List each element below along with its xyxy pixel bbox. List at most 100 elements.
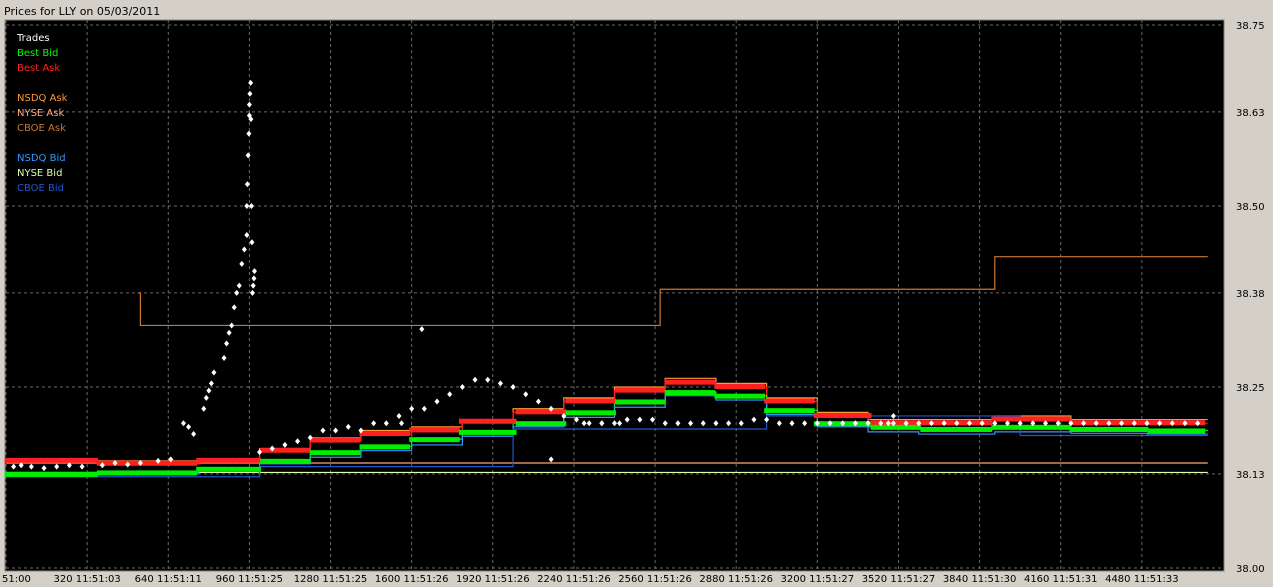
best-ask-marker (345, 437, 354, 443)
best-ask-marker (437, 427, 446, 433)
best-bid-marker (409, 437, 418, 443)
best-ask-marker (4, 457, 13, 463)
best-bid-marker (153, 470, 162, 476)
x-tick-label: 640 11:51:11 (135, 574, 202, 585)
best-bid-marker (210, 466, 219, 472)
best-bid-marker (1126, 426, 1135, 432)
best-ask-marker (920, 420, 929, 426)
best-ask-marker (89, 457, 98, 463)
best-bid-marker (906, 424, 915, 430)
best-ask-marker (380, 431, 389, 437)
best-bid-marker (288, 458, 297, 464)
best-bid-marker (522, 421, 531, 427)
best-ask-marker (579, 398, 588, 404)
best-bid-marker (118, 470, 127, 476)
best-ask-marker (572, 398, 581, 404)
best-bid-marker (913, 424, 922, 430)
best-ask-marker (451, 427, 460, 433)
best-bid-marker (146, 470, 155, 476)
best-bid-marker (11, 471, 20, 477)
best-ask-marker (1112, 420, 1121, 426)
best-ask-marker (274, 447, 283, 453)
best-ask-marker (409, 427, 418, 433)
best-bid-marker (643, 399, 652, 405)
best-bid-marker (458, 429, 467, 435)
best-bid-marker (1197, 428, 1206, 434)
chart-title: Prices for LLY on 05/03/2011 (4, 5, 160, 18)
best-ask-marker (338, 437, 347, 443)
best-bid-marker (707, 390, 716, 396)
price-chart: Prices for LLY on 05/03/2011 Trades Best … (2, 5, 1265, 585)
best-bid-marker (451, 437, 460, 443)
best-bid-marker (430, 437, 439, 443)
best-ask-marker (316, 437, 325, 443)
x-tick-label: 320 11:51:03 (54, 574, 121, 585)
best-bid-marker (1104, 426, 1113, 432)
best-bid-marker (650, 399, 659, 405)
best-bid-marker (700, 390, 709, 396)
best-ask-marker (686, 379, 695, 385)
best-ask-marker (934, 420, 943, 426)
best-ask-marker (402, 431, 411, 437)
best-bid-marker (437, 437, 446, 443)
best-bid-marker (856, 421, 865, 427)
best-bid-marker (345, 450, 354, 456)
best-ask-marker (11, 457, 20, 463)
best-bid-marker (359, 444, 368, 450)
best-ask-marker (323, 437, 332, 443)
best-bid-marker (998, 424, 1007, 430)
best-ask-marker (707, 379, 716, 385)
x-tick-label: 4160 11:51:31 (1024, 574, 1098, 585)
best-ask-marker (757, 384, 766, 389)
best-ask-marker (728, 384, 737, 389)
best-bid-marker (231, 466, 240, 472)
best-ask-marker (480, 418, 489, 424)
best-bid-marker (1062, 424, 1071, 430)
best-bid-marker (40, 471, 49, 477)
best-bid-marker (778, 408, 787, 414)
best-bid-marker (416, 437, 425, 443)
best-ask-marker (373, 431, 382, 437)
best-ask-marker (778, 398, 787, 404)
best-bid-marker (799, 408, 808, 414)
best-bid-marker (1083, 426, 1092, 432)
y-tick-label: 38.50 (1236, 202, 1265, 213)
legend-item: NYSE Bid (17, 168, 62, 179)
best-ask-marker (75, 457, 84, 463)
best-bid-marker (1048, 424, 1057, 430)
best-ask-marker (792, 398, 801, 404)
best-bid-marker (941, 426, 950, 432)
best-ask-marker (1012, 416, 1021, 422)
best-ask-marker (607, 398, 616, 404)
best-ask-marker (508, 418, 517, 424)
best-bid-marker (487, 429, 496, 435)
best-ask-marker (565, 398, 574, 404)
best-bid-marker (295, 458, 304, 464)
best-ask-marker (1062, 416, 1071, 422)
best-bid-marker (671, 390, 680, 396)
y-tick-label: 38.25 (1236, 383, 1265, 394)
best-ask-marker (721, 384, 730, 389)
best-bid-marker (764, 408, 773, 414)
best-bid-marker (139, 470, 148, 476)
best-bid-marker (352, 450, 361, 456)
best-ask-marker (671, 379, 680, 385)
best-ask-marker (764, 398, 773, 404)
best-ask-marker (593, 398, 602, 404)
best-ask-marker (18, 457, 27, 463)
best-ask-marker (118, 460, 127, 466)
best-bid-marker (948, 426, 957, 432)
best-bid-marker (977, 426, 986, 432)
best-bid-marker (629, 399, 638, 405)
best-bid-marker (203, 466, 212, 472)
best-bid-marker (544, 421, 553, 427)
best-bid-marker (877, 424, 886, 430)
best-bid-marker (444, 437, 453, 443)
best-ask-marker (842, 412, 851, 418)
best-bid-marker (1112, 426, 1121, 432)
best-ask-marker (636, 387, 645, 393)
legend-item: CBOE Ask (17, 123, 66, 134)
best-ask-marker (302, 447, 311, 453)
best-bid-marker (558, 421, 567, 427)
legend-item: Best Bid (17, 48, 58, 59)
